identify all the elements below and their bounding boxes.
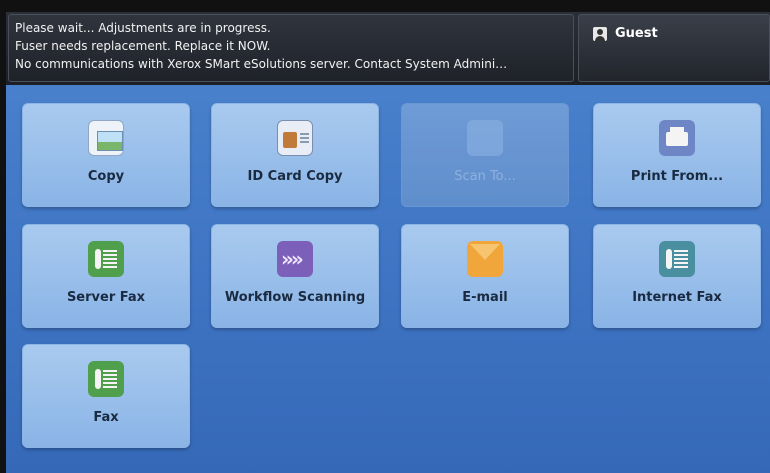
app-tile-label: Fax — [93, 410, 119, 425]
fax-icon — [88, 361, 124, 397]
app-tile-label: ID Card Copy — [247, 169, 343, 184]
device-screen: Please wait... Adjustments are in progre… — [6, 12, 770, 473]
status-message: Fuser needs replacement. Replace it NOW. — [15, 39, 271, 53]
app-tile-fax[interactable]: Fax — [22, 344, 190, 448]
app-tile-email[interactable]: E-mail — [401, 224, 569, 328]
status-bar: Please wait... Adjustments are in progre… — [6, 12, 770, 85]
envelope-icon — [467, 241, 503, 277]
app-tile-copy[interactable]: Copy — [22, 103, 190, 207]
user-icon — [593, 27, 607, 41]
status-message: No communications with Xerox SMart eSolu… — [15, 57, 508, 71]
app-tile-id-card-copy[interactable]: ID Card Copy — [211, 103, 379, 207]
app-tile-label: Copy — [87, 169, 125, 184]
app-tile-internet-fax[interactable]: Internet Fax — [593, 224, 761, 328]
app-tile-label: Internet Fax — [632, 290, 722, 305]
workflow-scanning-icon — [277, 241, 313, 277]
app-tile-label: Print From... — [630, 169, 724, 184]
user-label: Guest — [615, 26, 658, 41]
fax-icon — [88, 241, 124, 277]
internet-fax-icon — [659, 241, 695, 277]
status-messages-panel[interactable]: Please wait... Adjustments are in progre… — [8, 14, 574, 82]
app-tile-server-fax[interactable]: Server Fax — [22, 224, 190, 328]
status-message: Please wait... Adjustments are in progre… — [15, 21, 271, 35]
app-tile-scan-to[interactable]: Scan To... — [401, 103, 569, 207]
app-tile-workflow-scanning[interactable]: Workflow Scanning — [211, 224, 379, 328]
user-login-button[interactable]: Guest — [578, 14, 770, 82]
app-tile-label: Scan To... — [454, 169, 516, 184]
app-tile-label: E-mail — [462, 290, 508, 305]
id-card-copy-icon — [277, 120, 313, 156]
app-tile-print-from[interactable]: Print From... — [593, 103, 761, 207]
copy-icon — [88, 120, 124, 156]
printer-icon — [659, 120, 695, 156]
scan-to-icon — [467, 120, 503, 156]
app-tile-label: Workflow Scanning — [224, 290, 366, 305]
app-tile-label: Server Fax — [66, 290, 146, 305]
